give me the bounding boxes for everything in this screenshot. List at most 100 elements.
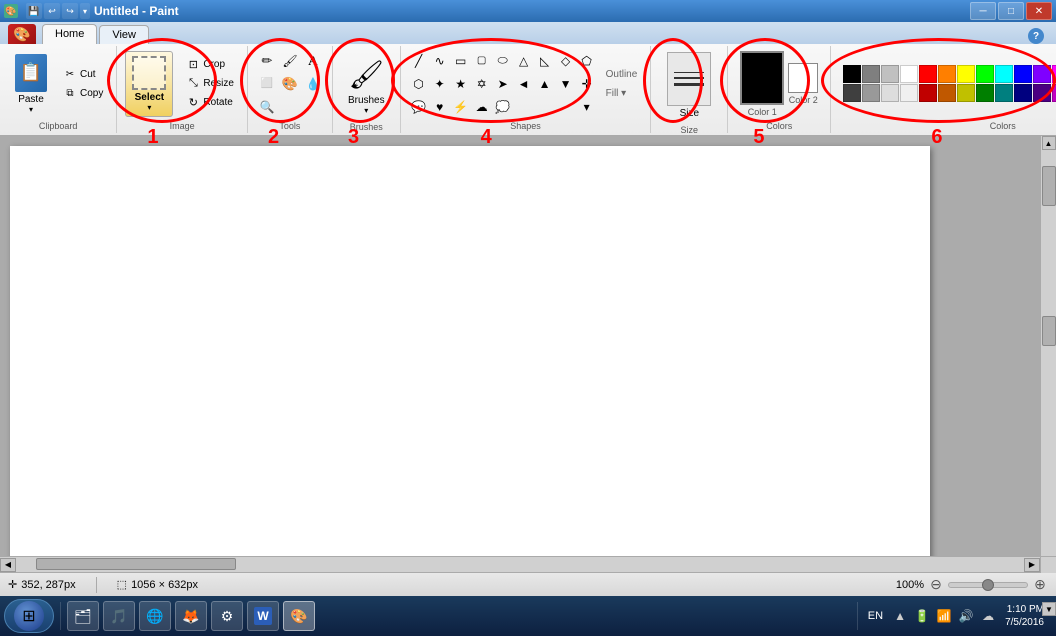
shape-triangle[interactable]: △ (514, 50, 534, 72)
color-picker-tool[interactable]: 💧 (302, 73, 324, 95)
palette-color-25[interactable] (1052, 84, 1056, 102)
taskbar-chrome[interactable]: 🌐 (139, 601, 171, 631)
shape-star4[interactable]: ✦ (430, 73, 450, 95)
brushes-button[interactable]: 🖌 Brushes ▾ (341, 48, 392, 120)
paint-menu-button[interactable]: 🎨 (8, 24, 36, 44)
scroll-thumb-v[interactable] (1042, 166, 1056, 206)
shape-arrow-left[interactable]: ◄ (514, 73, 534, 95)
palette-color-8[interactable] (995, 65, 1013, 83)
eraser-tool[interactable]: ⬜ (256, 73, 278, 95)
palette-color-22[interactable] (995, 84, 1013, 102)
taskbar-explorer[interactable]: 🗂 (67, 601, 99, 631)
shape-hexagon[interactable]: ⬡ (409, 73, 429, 95)
shape-cloud[interactable]: ☁ (472, 96, 492, 118)
palette-color-11[interactable] (1052, 65, 1056, 83)
help-icon[interactable]: ? (1028, 28, 1044, 44)
outline-button[interactable]: Outline (601, 66, 643, 83)
customize-quick-btn[interactable]: ▾ (80, 3, 90, 19)
maximize-button[interactable]: □ (998, 2, 1024, 20)
magnifier-tool[interactable]: 🔍 (256, 96, 278, 118)
shape-callout[interactable]: 💬 (409, 96, 429, 118)
shape-pentagon[interactable]: ⬠ (577, 50, 597, 72)
shape-lightning[interactable]: ⚡ (451, 96, 471, 118)
palette-color-4[interactable] (919, 65, 937, 83)
color1-button[interactable] (740, 51, 784, 105)
shape-star6[interactable]: ✡ (472, 73, 492, 95)
shape-cloud2[interactable]: 💭 (493, 96, 513, 118)
redo-quick-btn[interactable]: ↪ (62, 3, 78, 19)
fill-button[interactable]: Fill ▾ (601, 85, 643, 102)
zoom-in-button[interactable]: ⊕ (1032, 577, 1048, 593)
undo-quick-btn[interactable]: ↩ (44, 3, 60, 19)
canvas[interactable] (10, 146, 930, 556)
crop-button[interactable]: ⊡ Crop (181, 56, 239, 74)
shape-star5[interactable]: ★ (451, 73, 471, 95)
color2-button[interactable] (788, 63, 818, 93)
copy-button[interactable]: ⧉ Copy (58, 84, 108, 102)
shape-ellipse[interactable]: ⬭ (493, 50, 513, 72)
palette-color-16[interactable] (881, 84, 899, 102)
pencil-tool[interactable]: ✏ (256, 50, 278, 72)
vertical-scrollbar[interactable]: ▲ ▼ (1040, 136, 1056, 556)
close-button[interactable]: ✕ (1026, 2, 1052, 20)
horizontal-scrollbar[interactable]: ◀ ▶ (0, 556, 1056, 572)
scroll-right-arrow[interactable]: ▶ (1024, 558, 1040, 572)
palette-color-1[interactable] (862, 65, 880, 83)
scroll-thumb-h[interactable] (36, 558, 236, 570)
shape-rect[interactable]: ▭ (451, 50, 471, 72)
palette-color-3[interactable] (900, 65, 918, 83)
scroll-grip-v[interactable] (1042, 316, 1056, 346)
shape-arrow-up[interactable]: ▲ (535, 73, 555, 95)
size-button[interactable]: Size (659, 48, 719, 123)
palette-color-2[interactable] (881, 65, 899, 83)
palette-color-9[interactable] (1014, 65, 1032, 83)
shape-line[interactable]: ╱ (409, 50, 429, 72)
tray-clock[interactable]: 1:10 PM 7/5/2016 (1001, 603, 1048, 629)
start-button[interactable]: ⊞ (4, 599, 54, 633)
minimize-button[interactable]: ─ (970, 2, 996, 20)
resize-button[interactable]: ⤡ Resize (181, 75, 239, 93)
tab-view[interactable]: View (99, 25, 149, 44)
text-tool[interactable]: A (302, 50, 324, 72)
tray-up-arrow[interactable]: ▲ (891, 609, 909, 623)
save-quick-btn[interactable]: 💾 (26, 3, 42, 19)
select-button[interactable]: Select ▾ (125, 51, 173, 117)
palette-color-19[interactable] (938, 84, 956, 102)
taskbar-word[interactable]: W (247, 601, 279, 631)
canvas-container[interactable] (0, 136, 1040, 556)
paste-button[interactable]: 📋 Paste ▾ (8, 51, 54, 117)
shape-diamond[interactable]: ◇ (556, 50, 576, 72)
taskbar-settings[interactable]: ⚙ (211, 601, 243, 631)
rotate-button[interactable]: ↻ Rotate (181, 94, 239, 112)
zoom-out-button[interactable]: ⊖ (928, 577, 944, 593)
scroll-track-h[interactable] (16, 557, 1024, 572)
palette-color-7[interactable] (976, 65, 994, 83)
scroll-up-arrow[interactable]: ▲ (1042, 136, 1056, 150)
palette-color-15[interactable] (862, 84, 880, 102)
palette-color-5[interactable] (938, 65, 956, 83)
palette-color-20[interactable] (957, 84, 975, 102)
zoom-thumb[interactable] (982, 579, 994, 591)
taskbar-paint[interactable]: 🎨 (283, 601, 315, 631)
shape-curve[interactable]: ∿ (430, 50, 450, 72)
fill-tool[interactable]: 🎨 (279, 73, 301, 95)
brush-tool[interactable]: 🖌 (279, 50, 301, 72)
cut-button[interactable]: ✂ Cut (58, 65, 108, 83)
shape-arrow-right[interactable]: ➤ (493, 73, 513, 95)
scroll-left-arrow[interactable]: ◀ (0, 558, 16, 572)
shape-arrow-4way[interactable]: ✛ (577, 73, 597, 95)
shape-more[interactable]: ▾ (577, 96, 597, 118)
shape-right-triangle[interactable]: ◺ (535, 50, 555, 72)
zoom-slider[interactable] (948, 582, 1028, 588)
palette-color-24[interactable] (1033, 84, 1051, 102)
palette-color-21[interactable] (976, 84, 994, 102)
palette-color-18[interactable] (919, 84, 937, 102)
tab-home[interactable]: Home (42, 24, 97, 44)
palette-color-14[interactable] (843, 84, 861, 102)
shape-heart[interactable]: ♥ (430, 96, 450, 118)
taskbar-firefox[interactable]: 🦊 (175, 601, 207, 631)
palette-color-17[interactable] (900, 84, 918, 102)
palette-color-10[interactable] (1033, 65, 1051, 83)
palette-color-23[interactable] (1014, 84, 1032, 102)
palette-color-0[interactable] (843, 65, 861, 83)
